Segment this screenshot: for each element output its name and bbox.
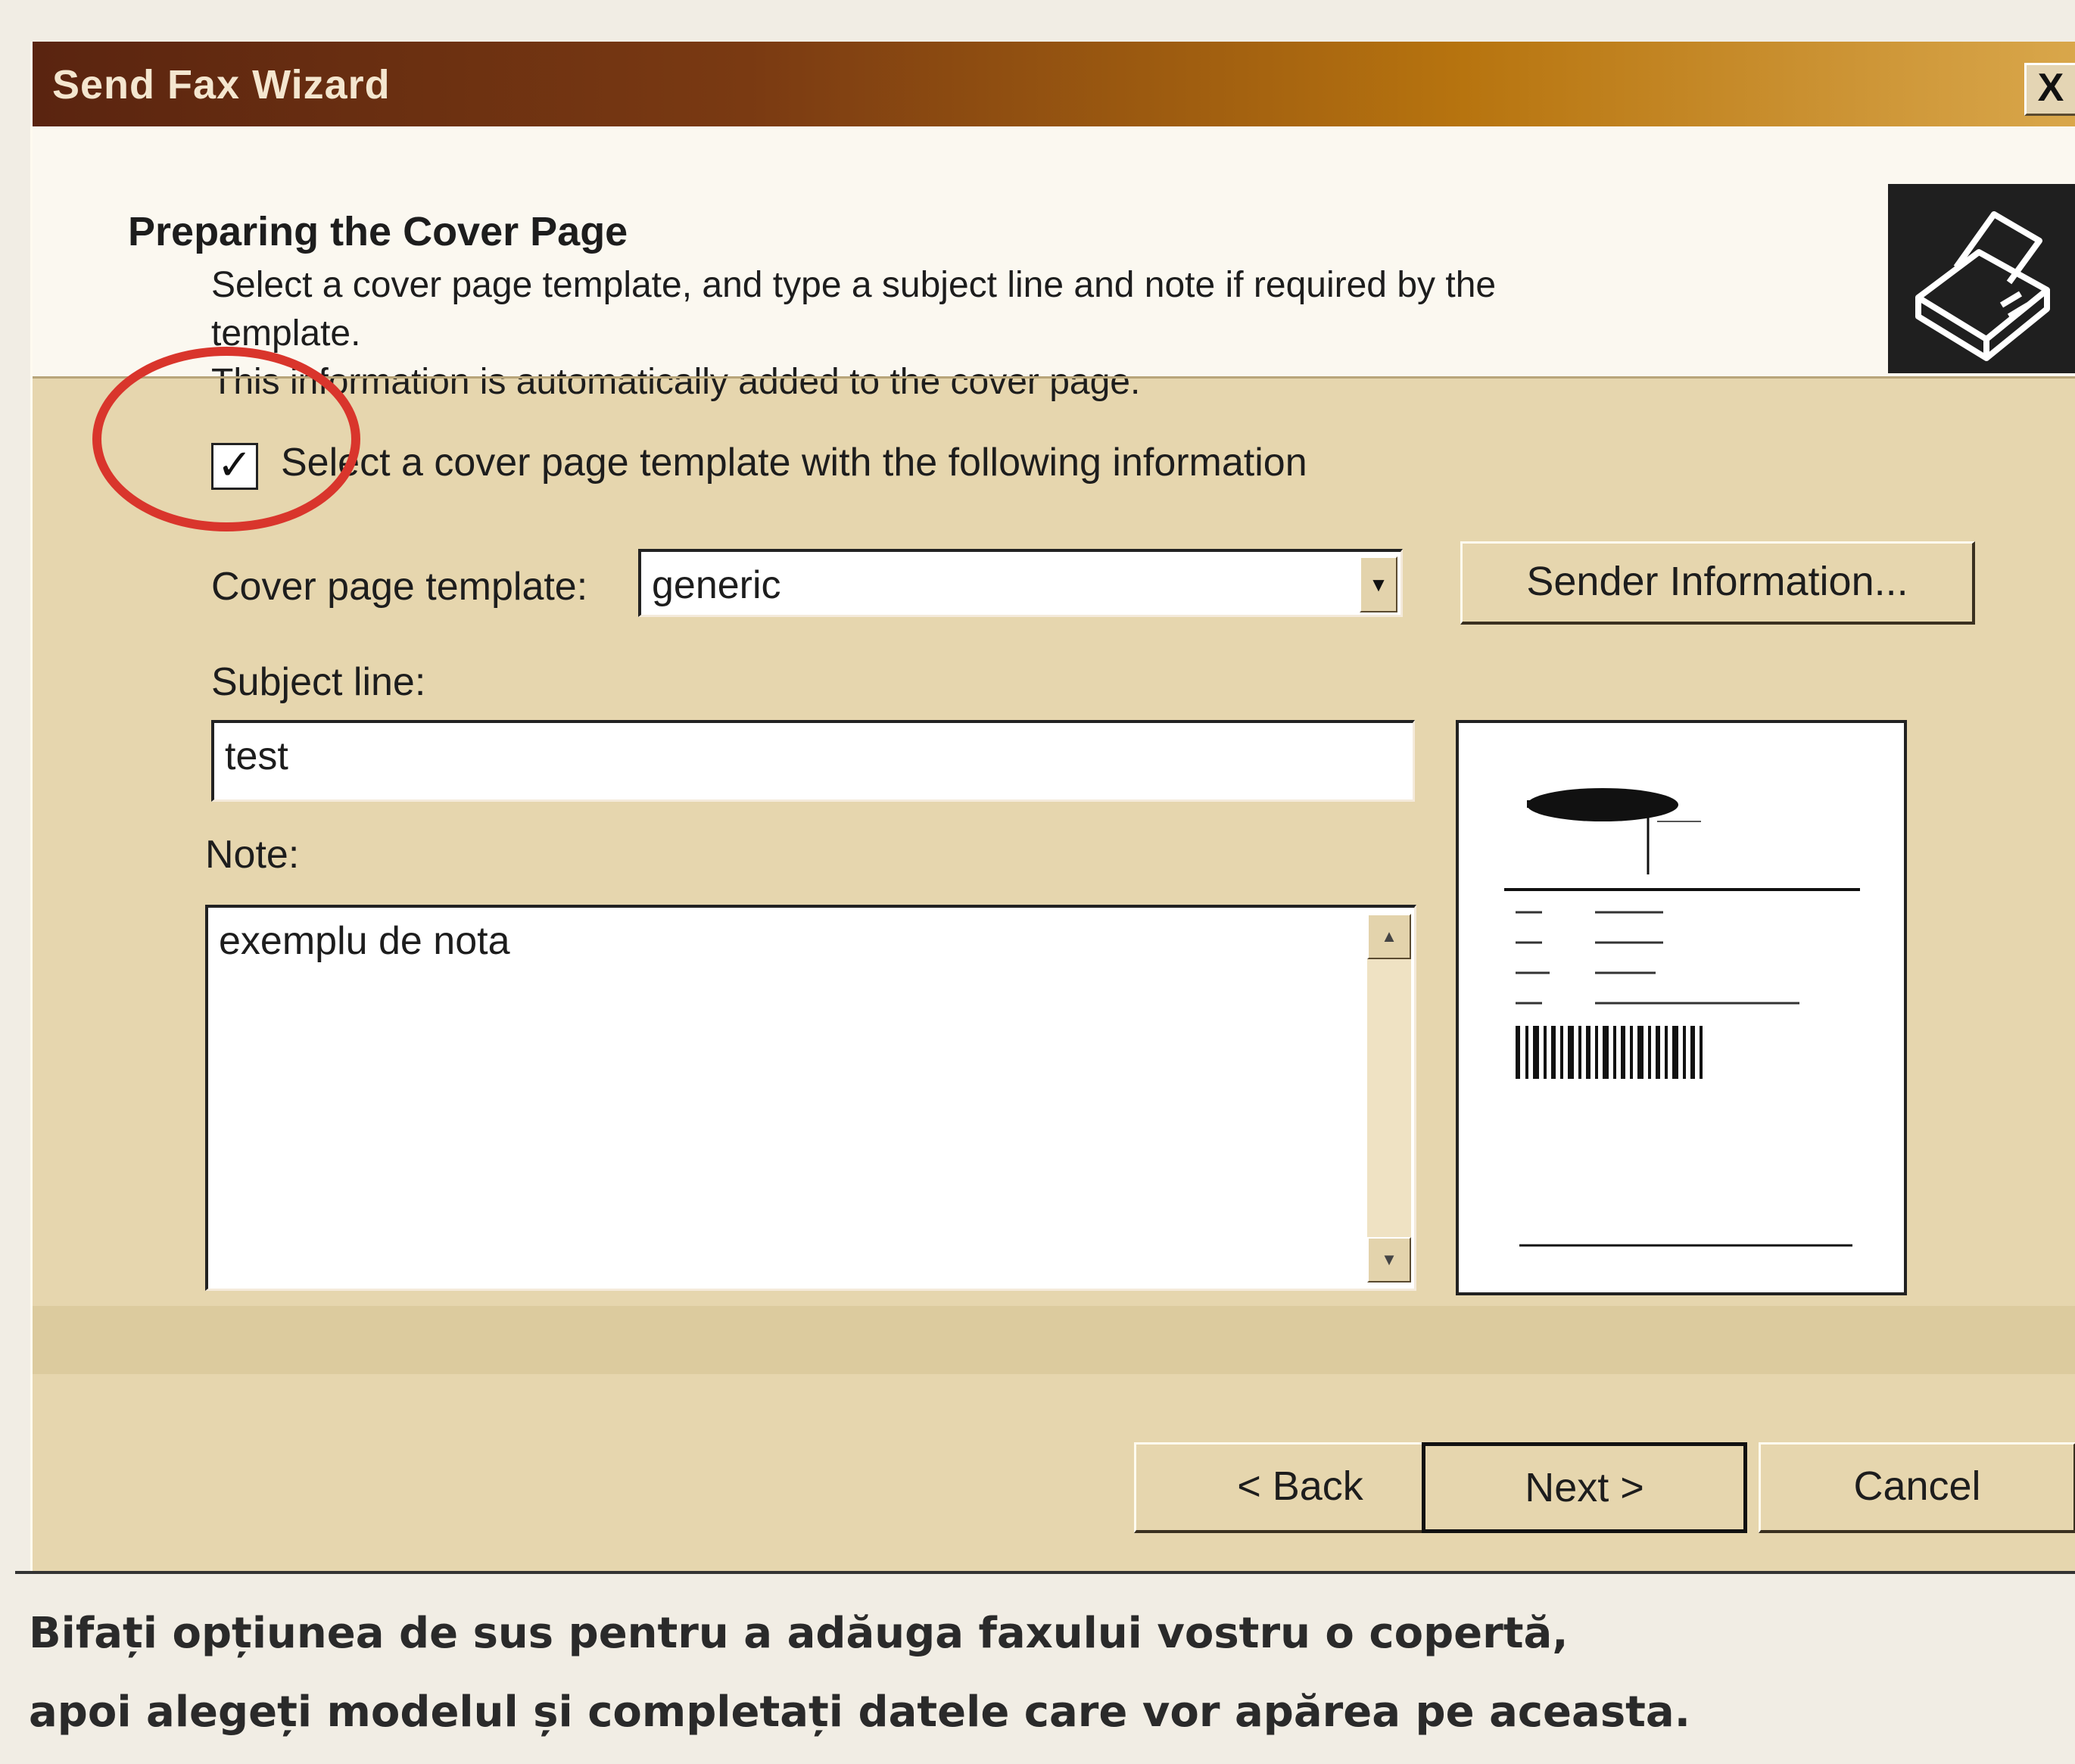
caption-line: Bifați opțiunea de sus pentru a adăuga f… [29,1609,1569,1658]
window-title: Send Fax Wizard [52,62,391,108]
back-button[interactable]: < Back [1134,1442,1467,1533]
chevron-down-icon[interactable]: ▼ [1360,556,1397,612]
title-bar[interactable]: Send Fax Wizard X [33,42,2075,126]
cancel-button[interactable]: Cancel [1759,1442,2075,1533]
template-label: Cover page template: [211,565,588,609]
cover-page-preview [1456,720,1907,1295]
note-scrollbar[interactable]: ▲ ▼ [1367,914,1411,1282]
description-line: Select a cover page template, and type a… [211,265,1497,305]
caption: Bifați opțiunea de sus pentru a adăuga f… [0,1599,2075,1764]
cover-template-select[interactable]: generic ▼ [638,549,1403,617]
cover-page-thumbnail [1504,788,1860,1247]
subject-value: test [225,734,288,778]
footer-band [33,1306,2075,1374]
note-value: exemplu de nota [219,919,510,963]
note-textarea[interactable]: exemplu de nota ▲ ▼ [205,905,1416,1291]
send-fax-wizard-window: Send Fax Wizard X Preparing the Cover Pa… [30,42,2075,1571]
note-label: Note: [205,833,300,877]
caption-rule [15,1571,2075,1574]
caption-line: apoi alegeți modelul și completați datel… [29,1688,1690,1737]
subject-input[interactable]: test [211,720,1415,802]
sender-information-button[interactable]: Sender Information... [1460,541,1975,625]
cover-page-checkbox-label: Select a cover page template with the fo… [281,441,1307,485]
page-title: Preparing the Cover Page [128,209,628,254]
scroll-up-icon[interactable]: ▲ [1367,914,1411,959]
subject-label: Subject line: [211,660,426,704]
close-button[interactable]: X [2024,63,2075,116]
header-separator [33,376,2075,379]
wizard-header: Preparing the Cover Page Select a cover … [33,126,2075,402]
description-line: template. [211,313,361,354]
next-button[interactable]: Next > [1422,1442,1747,1533]
cover-template-value: generic [652,563,781,607]
cover-page-checkbox[interactable]: ✓ [211,443,258,490]
description-line: This information is automatically added … [211,362,1141,402]
scroll-down-icon[interactable]: ▼ [1367,1237,1411,1282]
fax-machine-icon [1888,184,2075,373]
page-description: Select a cover page template, and type a… [211,261,1771,407]
